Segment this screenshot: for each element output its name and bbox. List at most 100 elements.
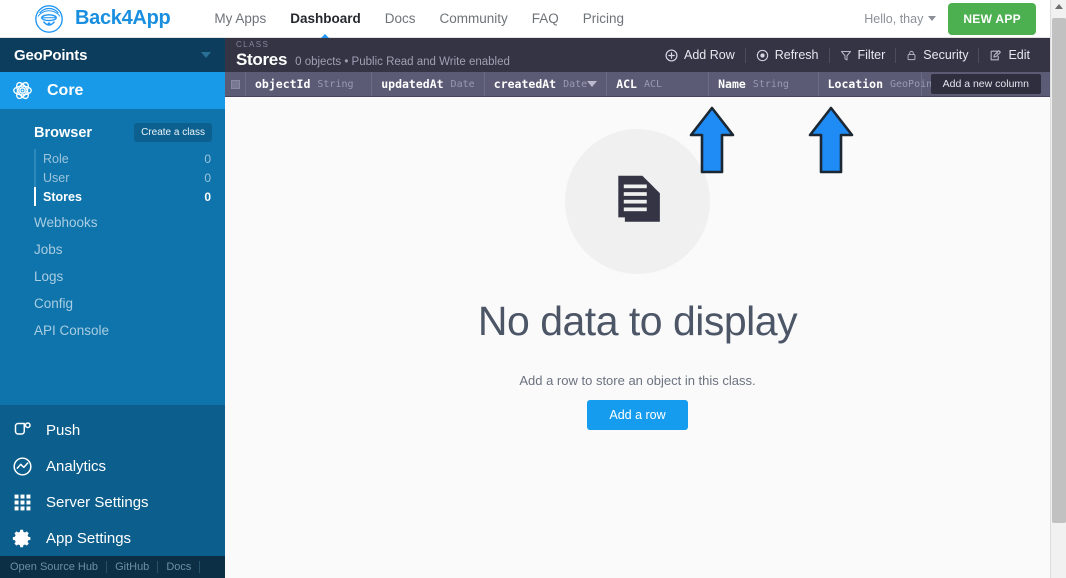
sidebar-item-logs[interactable]: Logs	[0, 266, 225, 287]
sidebar-item-label: API Console	[34, 323, 110, 338]
sidebar-item-browser[interactable]: Browser	[34, 125, 92, 141]
sidebar-core-label: Core	[47, 81, 84, 99]
brand[interactable]: Back4App	[32, 2, 171, 36]
column-name: createdAt	[493, 77, 557, 91]
sidebar-section-analytics[interactable]: Analytics	[0, 448, 225, 484]
sidebar-sections: Push Analytics Server Settings App Setti…	[0, 405, 225, 556]
sidebar: GeoPoints Core Browser Create a class Ro…	[0, 38, 225, 578]
column-header-ACL[interactable]: ACL ACL	[607, 72, 710, 96]
user-menu-label: Hello, thay	[864, 11, 924, 26]
sidebar-item-label: Logs	[34, 269, 64, 284]
class-item-stores[interactable]: Stores 0	[34, 187, 225, 206]
top-navigation-bar: Back4App My Apps Dashboard Docs Communit…	[0, 0, 1050, 38]
class-count: 0	[204, 170, 211, 185]
add-row-toolbar-button[interactable]: Add Row	[655, 48, 745, 62]
sidebar-item-webhooks[interactable]: Webhooks	[0, 212, 225, 233]
sidebar-section-server-settings[interactable]: Server Settings	[0, 484, 225, 520]
column-name: objectId	[255, 77, 311, 91]
column-header-Name[interactable]: Name String	[709, 72, 819, 96]
column-name: Name	[718, 77, 746, 91]
class-toolbar: CLASS Stores 0 objects • Public Read and…	[225, 38, 1050, 72]
table-header-row: objectId String updatedAt Date createdAt…	[225, 72, 1050, 97]
sidebar-section-label: Server Settings	[46, 493, 149, 511]
footer-link-docs[interactable]: Docs	[158, 561, 201, 573]
app-selector[interactable]: GeoPoints	[0, 38, 225, 72]
scroll-up-arrow-icon[interactable]	[1055, 4, 1063, 9]
toolbar-action-label: Refresh	[774, 48, 819, 62]
column-type: Date	[450, 78, 475, 90]
sidebar-section-core[interactable]: Core	[0, 72, 225, 109]
sidebar-item-jobs[interactable]: Jobs	[0, 239, 225, 260]
refresh-button[interactable]: Refresh	[746, 48, 829, 62]
column-name: ACL	[616, 77, 637, 91]
sidebar-item-config[interactable]: Config	[0, 293, 225, 314]
filter-button[interactable]: Filter	[830, 48, 896, 62]
column-type: String	[317, 78, 354, 90]
sort-descending-icon[interactable]	[587, 81, 598, 87]
documents-stack-icon	[617, 175, 660, 222]
footer-link-github[interactable]: GitHub	[107, 561, 159, 573]
column-name: updatedAt	[381, 77, 444, 91]
sidebar-section-label: App Settings	[46, 529, 132, 547]
add-column-cell: Add a new column	[922, 72, 1050, 96]
column-header-Location[interactable]: Location GeoPoint	[819, 72, 938, 96]
edit-button[interactable]: Edit	[979, 48, 1040, 62]
add-a-row-button[interactable]: Add a row	[587, 400, 688, 430]
funnel-icon	[840, 49, 852, 62]
column-type: ACL	[643, 78, 663, 90]
select-all-checkbox[interactable]	[225, 72, 246, 96]
add-new-column-button[interactable]: Add a new column	[930, 74, 1041, 94]
nav-links: My Apps Dashboard Docs Community FAQ Pri…	[202, 0, 636, 38]
sidebar-item-api-console[interactable]: API Console	[0, 320, 225, 341]
create-class-button[interactable]: Create a class	[134, 123, 212, 142]
security-button[interactable]: Security	[896, 48, 978, 62]
class-heading: CLASS Stores 0 objects • Public Read and…	[225, 40, 510, 72]
sidebar-item-label: Config	[34, 296, 74, 311]
scrollbar-thumb[interactable]	[1052, 18, 1066, 523]
class-title: Stores	[236, 50, 288, 69]
nav-link-my-apps[interactable]: My Apps	[202, 0, 278, 38]
class-name: User	[43, 170, 70, 185]
column-type: Date	[563, 78, 588, 90]
user-menu[interactable]: Hello, thay	[864, 11, 937, 26]
sidebar-core-items: Browser Create a class Role 0 User 0 Sto…	[0, 109, 225, 405]
toolbar-actions: Add Row Refresh Filter Security Edit	[655, 38, 1050, 72]
checkbox-icon	[230, 79, 240, 89]
page-scrollbar[interactable]	[1050, 0, 1066, 578]
table-body: No data to display Add a row to store an…	[225, 97, 1050, 577]
class-subtitle: 0 objects • Public Read and Write enable…	[295, 56, 510, 68]
atom-icon	[13, 81, 32, 100]
class-item-role[interactable]: Role 0	[34, 149, 225, 168]
sidebar-section-label: Analytics	[46, 457, 107, 475]
lock-icon	[906, 49, 917, 62]
back4app-dashboard: Back4App My Apps Dashboard Docs Communit…	[0, 0, 1066, 578]
footer-link-open-source-hub[interactable]: Open Source Hub	[10, 561, 108, 573]
edit-icon	[989, 49, 1002, 62]
column-header-updatedAt[interactable]: updatedAt Date	[372, 72, 485, 96]
push-icon	[10, 418, 34, 442]
nav-link-docs[interactable]: Docs	[373, 0, 428, 38]
toolbar-action-label: Add Row	[684, 48, 735, 62]
sidebar-section-app-settings[interactable]: App Settings	[0, 520, 225, 556]
back4app-logo-icon	[35, 4, 63, 33]
column-header-objectId[interactable]: objectId String	[246, 72, 373, 96]
sidebar-item-label: Jobs	[34, 242, 63, 257]
class-list: Role 0 User 0 Stores 0	[0, 149, 225, 206]
main-content: CLASS Stores 0 objects • Public Read and…	[225, 38, 1050, 578]
refresh-icon	[756, 49, 769, 62]
class-item-user[interactable]: User 0	[34, 168, 225, 187]
sidebar-section-push[interactable]: Push	[0, 412, 225, 448]
column-header-createdAt[interactable]: createdAt Date	[485, 72, 608, 96]
nav-link-dashboard[interactable]: Dashboard	[278, 0, 373, 38]
nav-link-pricing[interactable]: Pricing	[571, 0, 636, 38]
toolbar-action-label: Filter	[857, 48, 886, 62]
new-app-button[interactable]: NEW APP	[948, 2, 1036, 35]
class-kicker: CLASS	[236, 40, 270, 49]
nav-link-faq[interactable]: FAQ	[520, 0, 571, 38]
chevron-down-icon	[201, 52, 211, 58]
toolbar-action-label: Security	[923, 48, 969, 62]
column-name: Location	[827, 77, 883, 91]
app-name: GeoPoints	[14, 46, 88, 64]
nav-right: Hello, thay NEW APP	[864, 2, 1036, 35]
nav-link-community[interactable]: Community	[427, 0, 519, 38]
